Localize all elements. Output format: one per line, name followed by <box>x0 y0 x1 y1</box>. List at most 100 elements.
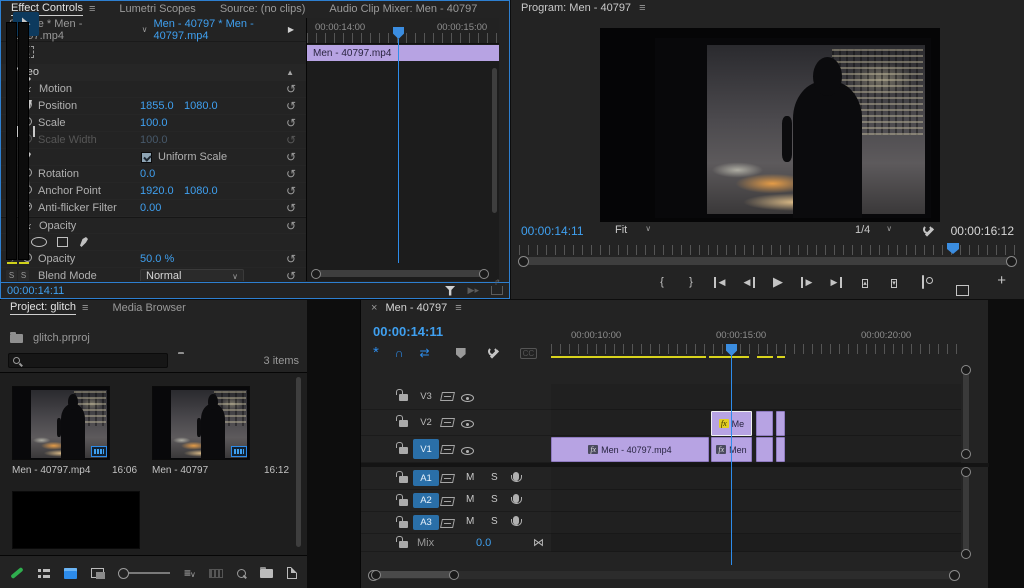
anchor-y-value[interactable]: 1080.0 <box>184 185 228 197</box>
panel-menu-icon[interactable]: ≡ <box>455 302 461 314</box>
mute-button[interactable]: M <box>466 472 474 483</box>
clip-name[interactable]: Men - 40797.mp4 <box>12 465 90 476</box>
filter-properties-icon[interactable] <box>445 286 456 296</box>
snap-magnet-icon[interactable]: ∩ <box>395 346 404 360</box>
go-to-out-icon[interactable]: ▶ <box>830 277 842 288</box>
timeline-timecode[interactable]: 00:00:14:11 <box>373 324 443 339</box>
clip-thumbnail[interactable] <box>12 386 110 460</box>
list-view-icon[interactable] <box>38 568 50 578</box>
mute-button[interactable]: M <box>466 516 474 527</box>
reset-icon[interactable]: ↺ <box>286 169 296 179</box>
program-time-ruler[interactable] <box>519 243 1016 255</box>
tab-program[interactable]: Program: Men - 40797 <box>521 2 631 14</box>
mix-volume-value[interactable]: 0.0 <box>476 537 491 549</box>
track-label-a1[interactable]: A1 <box>413 470 439 486</box>
tab-lumetri-scopes[interactable]: Lumetri Scopes <box>119 3 195 15</box>
mark-out-icon[interactable]: } <box>685 276 697 288</box>
track-content-a1[interactable] <box>551 467 961 490</box>
timeline-clip-small[interactable] <box>776 437 785 462</box>
mini-timeline-clip-bar[interactable]: Men - 40797.mp4 <box>307 45 499 61</box>
anti-flicker-value[interactable]: 0.00 <box>140 202 184 214</box>
project-writable-icon[interactable] <box>10 567 23 579</box>
reset-icon[interactable]: ↺ <box>286 271 296 281</box>
track-visibility-eye-icon[interactable] <box>461 447 474 455</box>
sync-lock-icon[interactable] <box>440 474 455 483</box>
anchor-x-value[interactable]: 1920.0 <box>140 185 184 197</box>
lock-icon[interactable] <box>399 476 408 483</box>
export-icon[interactable] <box>491 286 503 295</box>
automate-to-sequence-icon[interactable] <box>209 569 223 578</box>
timeline-zoom-scrollbar[interactable] <box>373 571 457 578</box>
lock-icon[interactable] <box>399 541 408 548</box>
captions-icon[interactable]: CC <box>520 348 538 359</box>
collapse-icon[interactable]: ▲ <box>286 68 294 77</box>
timeline-clip-v1-main[interactable]: fx Men - 40797.mp4 <box>551 437 709 462</box>
lock-icon[interactable] <box>399 447 408 454</box>
timeline-clip-small[interactable] <box>756 411 773 436</box>
tab-media-browser[interactable]: Media Browser <box>112 302 185 314</box>
project-search-box[interactable] <box>8 353 168 368</box>
track-visibility-eye-icon[interactable] <box>461 394 474 402</box>
play-button-icon[interactable]: ▶ <box>772 274 784 290</box>
sync-lock-icon[interactable] <box>440 392 455 401</box>
tab-source[interactable]: Source: (no clips) <box>220 3 306 15</box>
linked-selection-icon[interactable]: ⇄ <box>420 346 430 360</box>
lock-icon[interactable] <box>399 420 408 427</box>
uniform-scale-checkbox[interactable] <box>141 152 152 163</box>
position-y-value[interactable]: 1080.0 <box>184 100 228 112</box>
position-x-value[interactable]: 1855.0 <box>140 100 184 112</box>
extract-icon[interactable]: ▾ <box>891 279 897 288</box>
timeline-settings-wrench-icon[interactable] <box>488 347 500 359</box>
solo-right-button[interactable]: S <box>18 270 29 281</box>
solo-button[interactable]: S <box>491 494 498 505</box>
video-section-header[interactable]: Video ▲ <box>1 64 306 81</box>
panel-menu-icon[interactable]: ≡ <box>639 2 645 14</box>
thumbnail-zoom-slider[interactable] <box>118 572 170 574</box>
button-editor-plus-icon[interactable]: + <box>997 272 1006 289</box>
go-to-in-icon[interactable]: ◀ <box>714 277 726 288</box>
sequence-clip-label[interactable]: Men - 40797 * Men - 40797.mp4 <box>153 18 306 42</box>
timeline-ruler[interactable]: 00:00:10:00 00:00:15:00 00:00:20:00 <box>551 328 961 356</box>
audio-meter-left[interactable] <box>6 22 17 260</box>
ellipse-mask-icon[interactable] <box>31 237 47 247</box>
scale-value[interactable]: 100.0 <box>140 117 184 129</box>
black-thumbnail[interactable] <box>12 491 140 549</box>
sort-icons-icon[interactable]: ≡∨ <box>184 566 195 580</box>
track-label-a2[interactable]: A2 <box>413 493 439 508</box>
sync-lock-icon[interactable] <box>440 418 455 427</box>
vertical-scrollbar[interactable] <box>492 68 497 213</box>
timeline-clip-small[interactable] <box>776 411 785 436</box>
nest-toggle-icon[interactable]: * <box>373 348 379 358</box>
tab-audio-clip-mixer[interactable]: Audio Clip Mixer: Men - 40797 <box>329 3 477 15</box>
sequence-thumbnail[interactable] <box>152 386 250 460</box>
freeform-view-icon[interactable] <box>91 568 104 578</box>
solo-left-button[interactable]: S <box>6 270 17 281</box>
tab-project[interactable]: Project: glitch <box>10 301 76 315</box>
mark-in-icon[interactable]: { <box>656 276 668 288</box>
sync-lock-icon[interactable] <box>440 445 455 454</box>
track-content-a2[interactable] <box>551 490 961 512</box>
new-bin-icon[interactable] <box>260 569 273 578</box>
track-content-mix[interactable] <box>551 534 961 552</box>
track-label-v2[interactable]: V2 <box>413 413 439 432</box>
program-timecode[interactable]: 00:00:14:11 <box>521 224 584 238</box>
lock-icon[interactable] <box>399 499 408 506</box>
opacity-effect-header[interactable]: ∨ fx Opacity ↺ <box>1 217 306 234</box>
project-file-row[interactable]: glitch.prproj <box>10 332 90 344</box>
play-icon[interactable]: ▶ <box>288 25 294 34</box>
settings-wrench-icon[interactable] <box>923 225 935 237</box>
solo-button[interactable]: S <box>491 516 498 527</box>
track-content-a3[interactable] <box>551 512 961 534</box>
rotation-value[interactable]: 0.0 <box>140 168 184 180</box>
reset-icon[interactable]: ↺ <box>286 118 296 128</box>
zoom-select[interactable]: Fit ∨ <box>615 224 651 236</box>
panel-menu-icon[interactable]: ≡ <box>82 302 88 314</box>
audio-tracks-scrollbar[interactable] <box>963 470 969 556</box>
sync-lock-icon[interactable] <box>440 497 455 506</box>
reset-icon[interactable]: ↺ <box>286 84 296 94</box>
program-video-frame[interactable] <box>655 38 931 218</box>
chevron-down-icon[interactable]: ∨ <box>142 25 148 34</box>
icon-view-icon[interactable] <box>64 568 77 579</box>
voiceover-mic-icon[interactable] <box>513 516 519 525</box>
rectangle-mask-icon[interactable] <box>57 237 68 247</box>
